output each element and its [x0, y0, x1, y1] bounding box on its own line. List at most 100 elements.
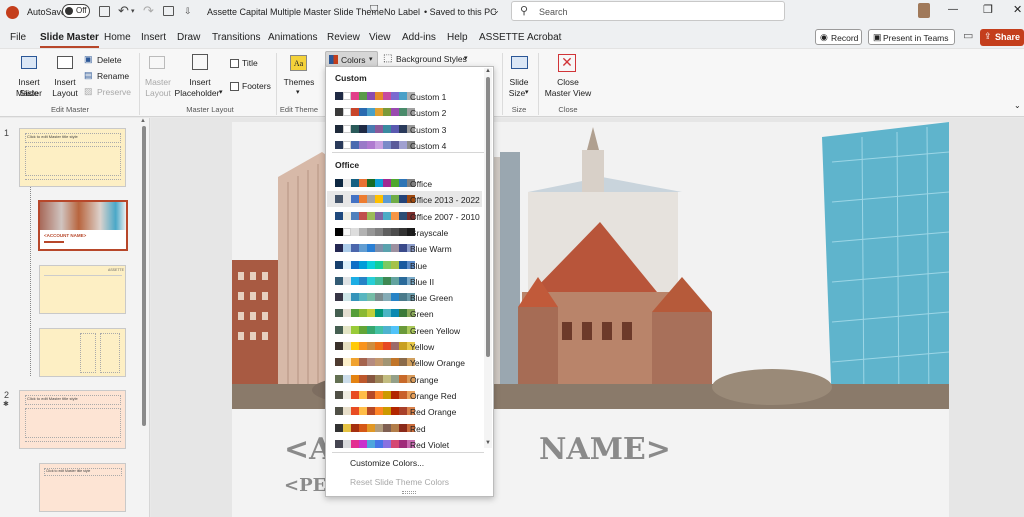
thumb-master-2[interactable]: Click to edit Master title style: [19, 390, 126, 449]
color-theme-item[interactable]: Red: [327, 420, 482, 436]
tab-insert[interactable]: Insert: [141, 32, 166, 43]
color-theme-item[interactable]: Green: [327, 305, 482, 321]
color-theme-item[interactable]: Office 2013 - 2022: [327, 191, 482, 208]
restore-icon[interactable]: ❐: [983, 3, 993, 16]
close-window-icon[interactable]: ✕: [1013, 3, 1022, 16]
title-checkbox-label[interactable]: Title: [242, 58, 258, 69]
color-theme-item[interactable]: Office 2007 - 2010: [327, 208, 482, 224]
background-styles-label[interactable]: Background Styles: [396, 54, 467, 65]
title-checkbox[interactable]: [230, 59, 239, 68]
delete-label[interactable]: Delete: [97, 55, 122, 66]
tab-add-ins[interactable]: Add-ins: [402, 32, 436, 43]
customize-qat-icon[interactable]: ⇩: [184, 6, 192, 17]
insert-placeholder-line1[interactable]: Insert: [177, 77, 223, 88]
save-status-chevron-icon[interactable]: ⌄: [493, 6, 500, 15]
tab-draw[interactable]: Draw: [177, 32, 200, 43]
insert-placeholder-icon[interactable]: [192, 54, 208, 70]
rename-label[interactable]: Rename: [97, 71, 129, 82]
footers-checkbox-label[interactable]: Footers: [242, 81, 271, 92]
presentation-icon[interactable]: [163, 6, 174, 16]
record-button[interactable]: ◉ Record: [815, 29, 862, 45]
undo-dropdown-icon[interactable]: ▾: [131, 7, 135, 15]
search-box[interactable]: ⚲ Search: [511, 1, 785, 21]
insert-placeholder-line2[interactable]: Placeholder: [174, 88, 220, 99]
themes-label[interactable]: Themes: [282, 77, 316, 88]
slide-subheading[interactable]: <PE: [284, 475, 326, 496]
rename-icon[interactable]: ▤: [84, 70, 93, 81]
insert-layout-line2[interactable]: Layout: [51, 88, 79, 99]
label-status[interactable]: No Label: [384, 7, 420, 17]
color-theme-item[interactable]: Custom 3: [327, 121, 482, 137]
save-status[interactable]: • Saved to this PC: [424, 7, 497, 17]
thumb-layout-1[interactable]: <ACCOUNT NAME>: [38, 200, 128, 251]
tab-transitions[interactable]: Transitions: [212, 32, 261, 43]
customize-colors-item[interactable]: Customize Colors...: [350, 458, 424, 468]
themes-chevron-icon[interactable]: ▾: [296, 88, 300, 96]
color-theme-item[interactable]: Yellow Orange: [327, 354, 482, 370]
user-avatar[interactable]: [918, 3, 930, 18]
color-theme-item[interactable]: Grayscale: [327, 224, 482, 240]
close-master-view-icon[interactable]: ✕: [558, 54, 576, 72]
present-in-teams-button[interactable]: ▣ Present in Teams: [868, 29, 955, 45]
minimize-icon[interactable]: —: [948, 4, 958, 15]
slide-size-line1[interactable]: Slide: [505, 77, 533, 88]
color-theme-item[interactable]: Custom 4: [327, 137, 482, 153]
redo-icon[interactable]: ↷: [143, 3, 154, 19]
share-button[interactable]: ⇪ Share: [980, 29, 1024, 46]
insert-layout-line1[interactable]: Insert: [51, 77, 79, 88]
thumb-layout-3[interactable]: [39, 328, 126, 377]
thumb-layout-4[interactable]: Click to edit Master title style: [39, 463, 126, 512]
resize-grip-icon[interactable]: [402, 491, 416, 494]
color-theme-item[interactable]: Orange Red: [327, 387, 482, 403]
save-icon[interactable]: [99, 6, 110, 17]
footers-checkbox[interactable]: [230, 82, 239, 91]
tab-animations[interactable]: Animations: [268, 32, 317, 43]
color-theme-item[interactable]: Red Orange: [327, 403, 482, 419]
autosave-toggle[interactable]: Off: [62, 4, 90, 18]
tab-slide-master[interactable]: Slide Master: [40, 32, 99, 48]
thumbnail-scrollbar[interactable]: [142, 126, 146, 426]
color-theme-item[interactable]: Custom 2: [327, 104, 482, 120]
color-swatch: [335, 260, 343, 269]
comments-icon[interactable]: ▭: [963, 29, 973, 42]
color-theme-item[interactable]: Custom 1: [327, 88, 482, 104]
insert-layout-icon[interactable]: [57, 56, 73, 69]
tab-acrobat[interactable]: Acrobat: [527, 32, 561, 43]
insert-slide-master-line2[interactable]: Master: [8, 88, 50, 99]
color-theme-item[interactable]: Red Violet: [327, 436, 482, 452]
insert-placeholder-chevron-icon[interactable]: ▾: [219, 88, 223, 96]
color-theme-item[interactable]: Blue II: [327, 273, 482, 289]
thumb-layout-2[interactable]: ASSETTE: [39, 265, 126, 314]
themes-icon[interactable]: Aa: [290, 55, 307, 71]
tab-assette[interactable]: ASSETTE: [479, 32, 525, 43]
color-theme-item[interactable]: Blue: [327, 257, 482, 273]
undo-icon[interactable]: ↶: [118, 3, 129, 19]
color-theme-item[interactable]: Green Yellow: [327, 322, 482, 338]
color-theme-item[interactable]: Blue Warm: [327, 240, 482, 256]
sensitivity-icon[interactable]: ⛉: [370, 4, 378, 17]
collapse-ribbon-icon[interactable]: ⌄: [1014, 101, 1021, 110]
slide-size-icon[interactable]: [511, 56, 528, 69]
colors-button[interactable]: Colors ▾: [325, 51, 378, 67]
tab-home[interactable]: Home: [104, 32, 131, 43]
scroll-up-icon[interactable]: ▲: [140, 118, 146, 124]
background-styles-chevron-icon[interactable]: ▾: [464, 54, 468, 62]
color-theme-item[interactable]: Yellow: [327, 338, 482, 354]
tab-help[interactable]: Help: [447, 32, 468, 43]
delete-icon[interactable]: ▣: [84, 54, 93, 65]
close-master-view-line1[interactable]: Close: [540, 77, 596, 88]
color-theme-item[interactable]: Orange: [327, 371, 482, 387]
color-theme-item[interactable]: Blue Green: [327, 289, 482, 305]
close-master-view-line2[interactable]: Master View: [540, 88, 596, 99]
tab-file[interactable]: File: [10, 32, 26, 43]
tab-review[interactable]: Review: [327, 32, 360, 43]
thumb-master-1[interactable]: Click to edit Master title style: [19, 128, 126, 187]
insert-slide-master-icon[interactable]: [21, 56, 37, 69]
menu-scrollbar-thumb[interactable]: [486, 77, 490, 357]
menu-scroll-down-icon[interactable]: ▼: [485, 440, 491, 446]
background-styles-icon[interactable]: ⬚: [383, 53, 392, 64]
tab-view[interactable]: View: [369, 32, 391, 43]
menu-scroll-up-icon[interactable]: ▲: [485, 68, 491, 74]
color-theme-item[interactable]: Office: [327, 175, 482, 191]
slide-size-chevron-icon[interactable]: ▾: [525, 88, 529, 96]
